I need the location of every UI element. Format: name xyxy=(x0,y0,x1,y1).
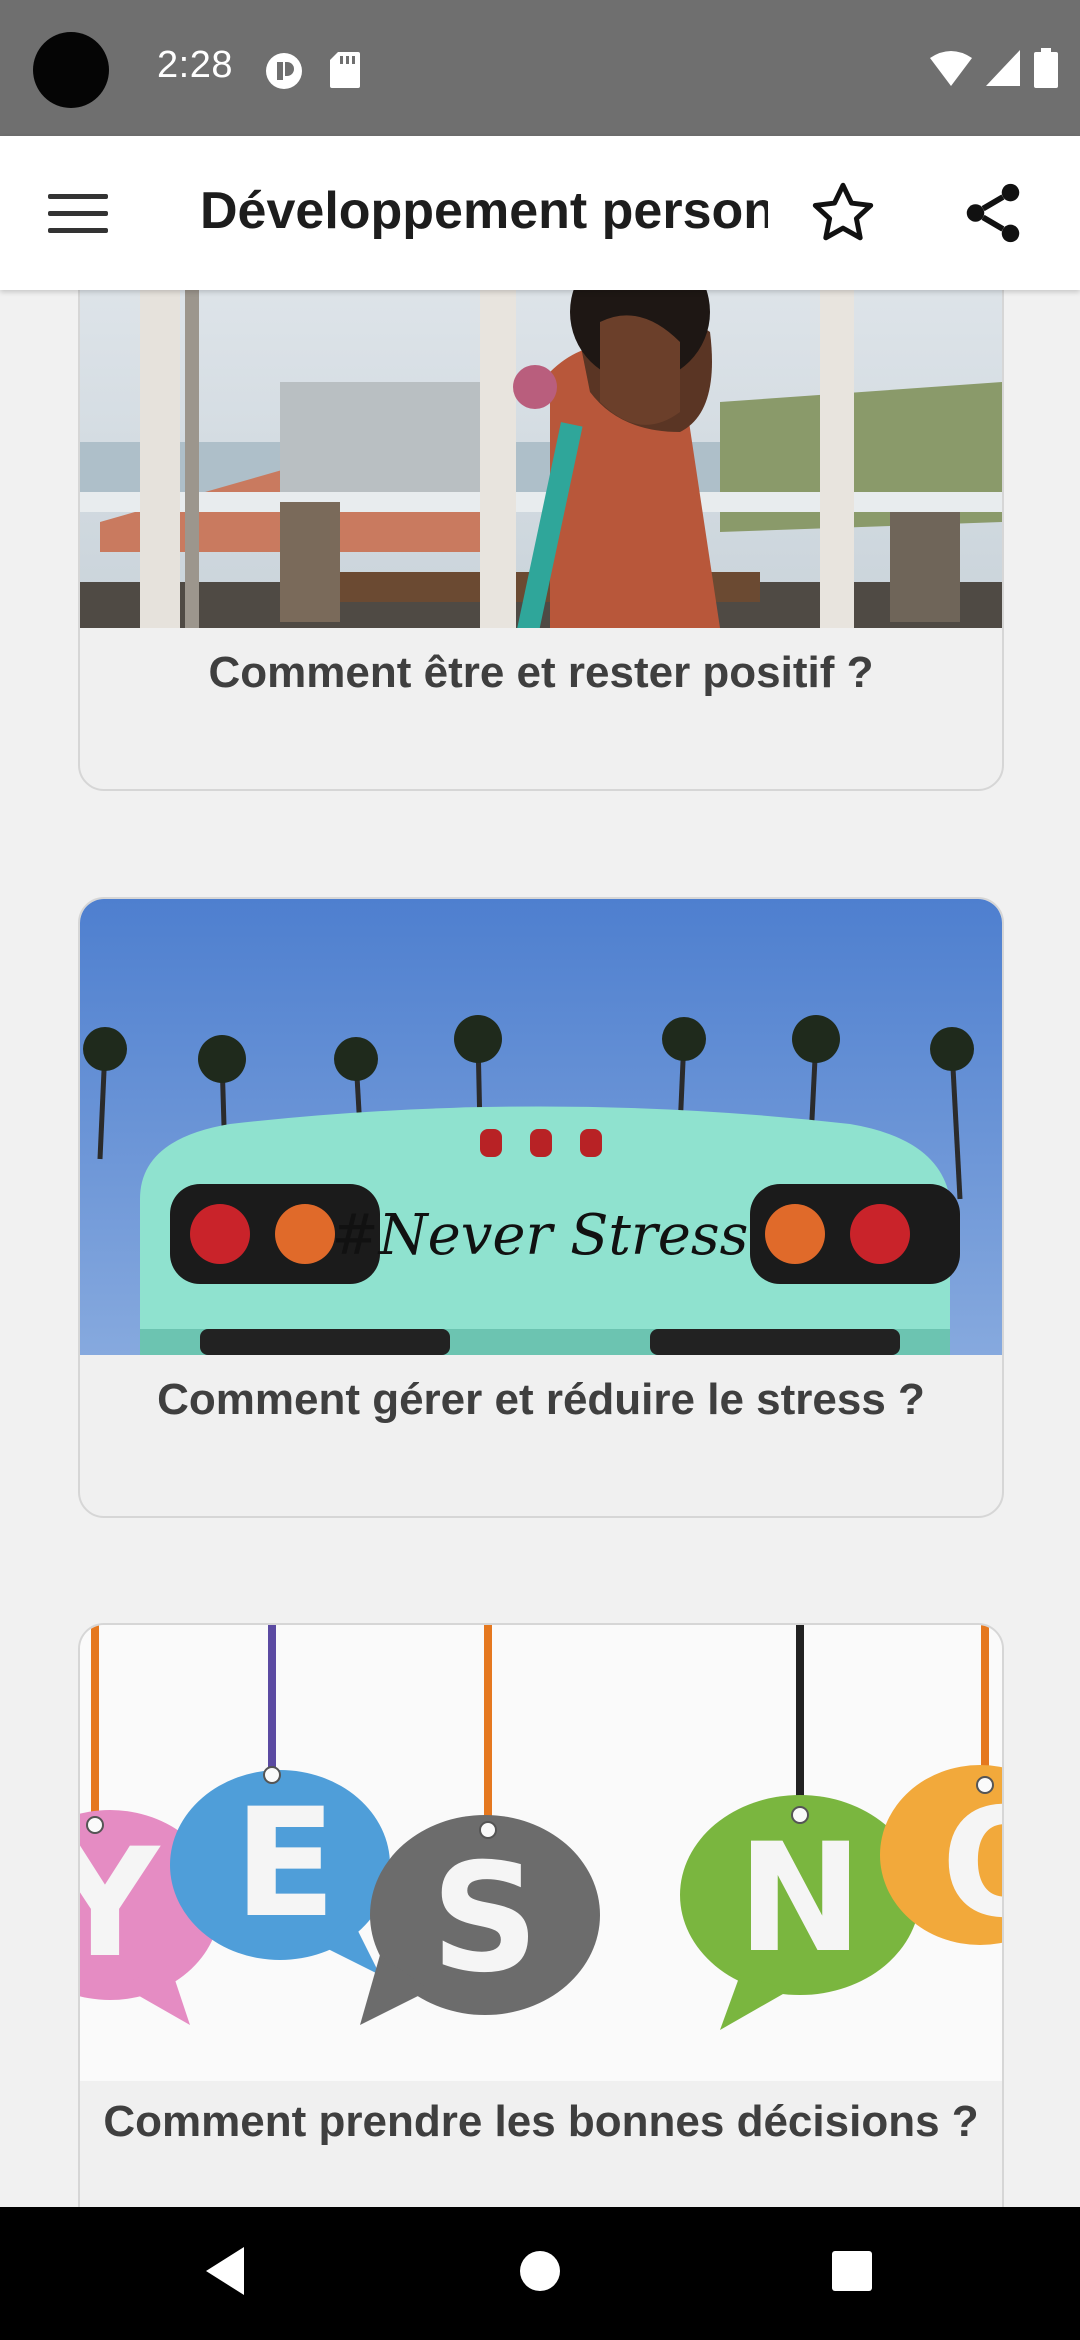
wifi-icon xyxy=(930,51,972,86)
camera-cutout xyxy=(33,32,109,108)
app-bar: Développement personnel xyxy=(0,136,1080,290)
svg-text:Y: Y xyxy=(80,1817,162,1991)
svg-text:N: N xyxy=(737,1812,863,1986)
svg-text:E: E xyxy=(234,1777,336,1951)
share-icon xyxy=(966,183,1020,243)
home-icon[interactable] xyxy=(519,2243,561,2299)
back-icon[interactable] xyxy=(200,2243,250,2299)
article-list: Comment être et rester positif ? #Never … xyxy=(0,290,1080,2207)
share-button[interactable] xyxy=(958,178,1028,248)
system-nav-bar xyxy=(0,2207,1080,2340)
page-title: Développement personnel xyxy=(200,182,768,240)
card-title: Comment prendre les bonnes décisions ? xyxy=(103,2097,979,2146)
menu-button[interactable] xyxy=(38,178,118,248)
never-stress-bus-photo: #Never Stress xyxy=(80,899,1002,1355)
woman-singing-photo xyxy=(80,290,1002,628)
notification-icon xyxy=(266,53,302,89)
battery-icon xyxy=(1034,48,1058,88)
recents-icon[interactable] xyxy=(830,2243,874,2299)
favorite-button[interactable] xyxy=(808,178,878,248)
status-time: 2:28 xyxy=(157,44,233,86)
sd-card-icon xyxy=(330,52,360,88)
yes-no-speech-bubbles: Y E S N O xyxy=(80,1625,1002,2081)
svg-text:S: S xyxy=(431,1832,539,2006)
card-title: Comment être et rester positif ? xyxy=(208,648,874,697)
article-card-stress[interactable]: #Never Stress Comment gérer et réduire l… xyxy=(78,897,1004,1518)
card-title: Comment gérer et réduire le stress ? xyxy=(157,1375,925,1424)
article-card-decisions[interactable]: Y E S N O Comment prendre les bonnes déc… xyxy=(78,1623,1004,2207)
article-card-positif[interactable]: Comment être et rester positif ? xyxy=(78,290,1004,791)
star-icon xyxy=(812,182,874,241)
menu-icon xyxy=(48,194,108,233)
svg-text:#Never Stress: #Never Stress xyxy=(332,1203,749,1268)
svg-text:O: O xyxy=(941,1777,1002,1951)
signal-icon xyxy=(986,50,1020,86)
status-bar: 2:28 xyxy=(0,0,1080,136)
